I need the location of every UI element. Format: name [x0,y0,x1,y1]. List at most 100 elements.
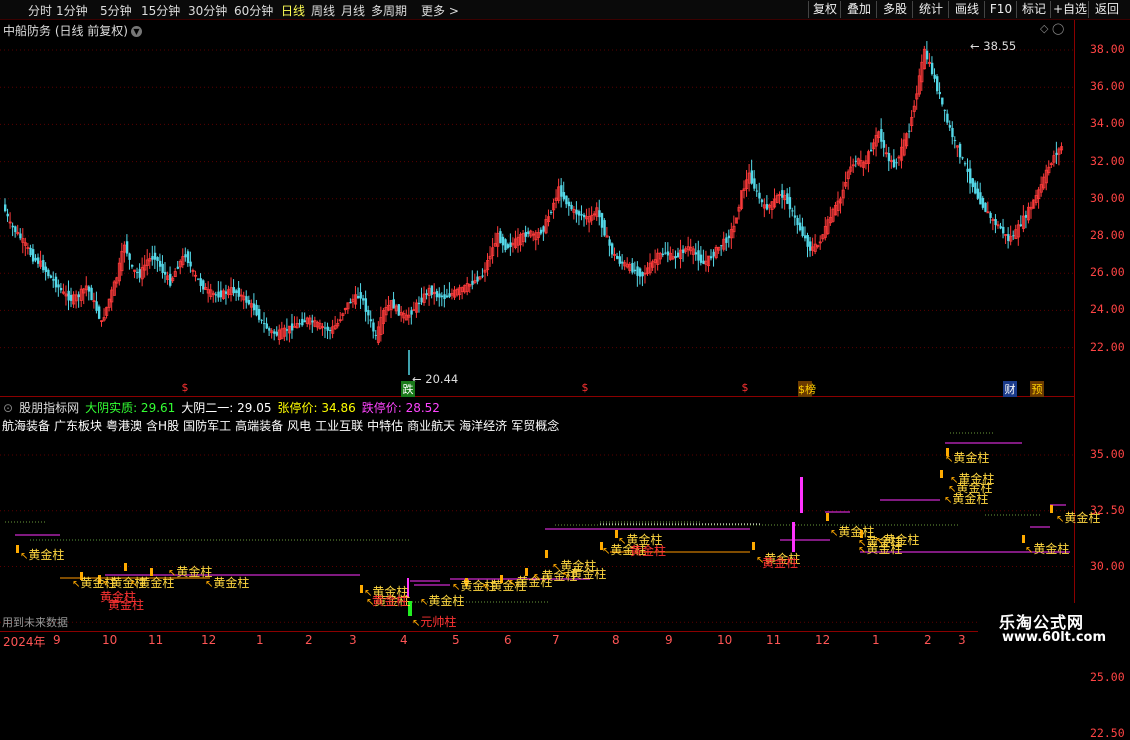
concept-tag[interactable]: 广东板块 [54,419,102,433]
time-axis: 2024年 9 10 11 12 1 2 3 4 5 6 7 8 9 10 11 12 1 2 3 [0,631,1130,651]
event-marker[interactable]: 预 [1030,381,1044,397]
candle-body [14,226,17,233]
panel-divider[interactable] [0,396,1074,397]
candle-body [1007,234,1010,241]
event-marker[interactable]: 跌 [401,381,415,397]
candle-body [54,276,58,288]
candle-body [781,190,784,198]
month-label: 7 [552,633,560,647]
candle-body [753,178,756,189]
candle-body [633,269,637,272]
concept-tag[interactable]: 工业互联 [315,419,363,433]
candle-body [367,310,370,316]
candle-body [567,201,571,207]
candle-body [435,291,439,298]
candle-body [524,231,528,237]
gold-bar [1050,505,1053,513]
month-label: 6 [504,633,512,647]
month-label: 1 [872,633,880,647]
event-marker[interactable]: $ [578,381,592,394]
candle-body [882,140,886,148]
month-label: 9 [53,633,61,647]
candle-body [946,113,949,123]
candle-body [67,290,70,301]
indicator-header: ⊙ 股朋指标网 大阴实质: 29.61 大阴二一: 29.05 张停价: 34.86 跌停… [3,399,452,416]
candle-body [702,260,705,264]
price-tick: 36.00 [1090,79,1125,94]
candle-body [476,276,479,282]
candle-body [265,323,268,329]
candle-body [217,291,220,298]
candle-body [232,287,235,294]
candle-body [130,264,134,267]
candle-body [953,140,957,142]
candle-body [273,331,276,334]
concept-tags: 航海装备 广东板块 粤港澳 含H股 国防军工 高端装备 风电 工业互联 中特估 商业航天 海洋经济军… [2,417,563,434]
candle-body [887,153,891,162]
candle-body [443,294,446,300]
candle-body [575,209,578,215]
gold-pillar-label: ↖黄金柱 [1025,540,1069,557]
gold-bar [360,585,363,593]
month-label: 2 [305,633,313,647]
candle-body [245,296,248,303]
candle-body [138,269,141,278]
concept-tag[interactable]: 航海装备 [2,419,50,433]
candle-body [580,214,583,216]
candle-body [136,271,139,273]
concept-tag[interactable]: 风电 [287,419,311,433]
candle-body [445,295,449,298]
candle-body [275,331,279,336]
concept-tag[interactable]: 军贸概念 [511,419,559,433]
gold-bar [124,563,127,571]
candle-body [989,212,992,218]
candle-body [481,275,484,277]
gold-pillar-label: ↖黄金柱 [944,490,988,507]
toolbar-button-8[interactable]: 返回 [1088,1,1125,18]
concept-tag[interactable]: 海洋经济 [459,419,507,433]
concept-tag[interactable]: 含H股 [146,419,179,433]
candle-body [854,160,858,162]
candle-body [542,226,545,232]
concept-tag[interactable]: 粤港澳 [106,419,142,433]
month-label: 8 [612,633,620,647]
candle-body [958,143,962,158]
candle-body [1019,224,1023,227]
indicator-expand-icon[interactable]: ⊙ [3,401,13,415]
candle-body [969,168,972,184]
candle-body [260,319,263,321]
month-label: 12 [815,633,831,647]
concept-tag[interactable]: 国防军工 [183,419,231,433]
price-tick: 26.00 [1090,265,1125,280]
candle-body [42,260,45,271]
magenta-bar [800,477,803,513]
month-label: 4 [400,633,408,647]
candle-body [636,266,639,276]
event-marker[interactable]: $ [178,381,192,394]
candle-body [641,272,644,277]
concept-tag[interactable]: 商业航天 [407,419,455,433]
concept-tag[interactable]: 高端装备 [235,419,283,433]
candle-body [948,125,952,128]
candle-body [801,226,804,236]
candle-body [603,220,606,236]
candle-body [47,269,50,277]
gold-pillar-text: 黄金柱 [213,576,250,590]
event-marker[interactable]: $榜 [798,381,816,397]
month-label: 10 [102,633,118,647]
indicator-name[interactable]: 股朋指标网 [19,401,79,415]
candle-body [976,188,980,199]
gold-pillar-text: 黄金柱 [1064,511,1101,525]
event-marker[interactable]: 财 [1003,381,1017,397]
candle-body [1024,214,1028,218]
candle-body [880,129,883,142]
month-label: 2 [924,633,932,647]
candle-body [257,308,261,320]
candle-body [293,325,297,328]
event-marker[interactable]: $ [738,381,752,394]
candle-body [189,261,192,267]
candle-body [397,304,401,316]
candle-body [303,320,307,323]
candle-body [966,168,969,172]
concept-tag[interactable]: 中特估 [367,419,403,433]
